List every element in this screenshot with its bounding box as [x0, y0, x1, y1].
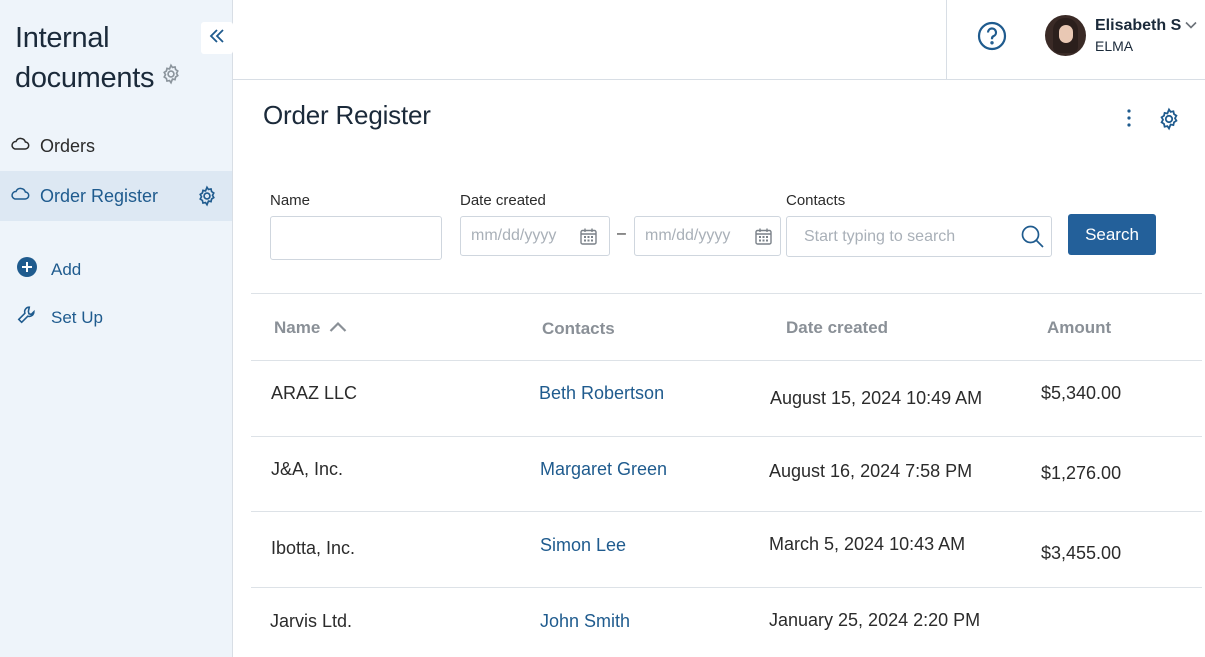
page-settings-icon[interactable]	[1157, 107, 1181, 136]
cloud-icon	[10, 136, 30, 157]
column-header-contacts[interactable]: Contacts	[542, 319, 615, 339]
sidebar-item-order-register[interactable]: Order Register	[0, 171, 232, 221]
search-icon[interactable]	[1020, 224, 1045, 254]
avatar[interactable]	[1045, 15, 1086, 56]
sidebar-item-orders[interactable]: Orders	[0, 121, 232, 171]
column-header-amount[interactable]: Amount	[1047, 318, 1111, 338]
user-name[interactable]: Elisabeth S	[1095, 17, 1181, 35]
chevron-down-icon[interactable]	[1184, 18, 1198, 37]
calendar-icon[interactable]	[754, 227, 773, 251]
sidebar: Internal documents Orders Order Register…	[0, 0, 233, 657]
section-title: Internal documents	[15, 18, 200, 99]
more-options-icon[interactable]	[1120, 108, 1138, 133]
cell-date: August 15, 2024 10:49 AM	[770, 388, 983, 408]
plus-circle-icon	[16, 256, 38, 283]
cell-amount: $3,455.00	[1041, 543, 1122, 563]
contacts-search-input[interactable]	[786, 216, 1052, 257]
sidebar-item-label: Orders	[40, 135, 96, 156]
cloud-icon	[10, 186, 30, 207]
add-button[interactable]: Add	[16, 256, 81, 283]
sort-ascending-icon[interactable]	[329, 320, 347, 339]
name-filter-input[interactable]	[270, 216, 442, 260]
set-up-button[interactable]: Set Up	[16, 304, 103, 331]
avatar-face	[1059, 25, 1073, 43]
contacts-filter-label: Contacts	[786, 192, 846, 209]
set-up-label: Set Up	[51, 307, 103, 327]
cell-date: January 25, 2024 2:20 PM	[769, 610, 981, 630]
item-settings-icon[interactable]	[196, 185, 218, 212]
double-chevron-left-icon	[208, 27, 226, 50]
page-title: Order Register	[263, 100, 431, 130]
cell-contact-link[interactable]: John Smith	[540, 611, 630, 632]
help-icon[interactable]	[977, 21, 1007, 56]
cell-name: J&A, Inc.	[271, 459, 344, 479]
date-filter-label: Date created	[460, 192, 546, 209]
table-header-border	[251, 360, 1202, 361]
top-bar: Elisabeth S ELMA	[233, 0, 1205, 80]
cell-contact-link[interactable]: Simon Lee	[540, 535, 626, 556]
table-top-border	[251, 293, 1202, 294]
row-divider	[251, 511, 1202, 512]
sidebar-item-label: Order Register	[40, 185, 159, 206]
column-header-date-created[interactable]: Date created	[786, 318, 888, 338]
user-organization: ELMA	[1095, 38, 1134, 54]
collapse-sidebar-button[interactable]	[201, 22, 233, 54]
row-divider	[251, 587, 1202, 588]
row-divider	[251, 436, 1202, 437]
search-button[interactable]: Search	[1068, 214, 1156, 255]
cell-contact-link[interactable]: Margaret Green	[540, 459, 667, 480]
date-range-separator: –	[617, 225, 626, 242]
cell-contact-link[interactable]: Beth Robertson	[539, 383, 664, 404]
cell-date: August 16, 2024 7:58 PM	[769, 461, 973, 481]
wrench-icon	[16, 304, 38, 331]
section-title-text: Internal documents	[15, 22, 155, 94]
column-header-name[interactable]: Name	[274, 318, 320, 338]
add-label: Add	[51, 259, 82, 279]
cell-amount: $1,276.00	[1041, 463, 1122, 483]
calendar-icon[interactable]	[579, 227, 598, 251]
cell-date: March 5, 2024 10:43 AM	[769, 534, 966, 554]
name-filter-label: Name	[270, 192, 311, 209]
cell-name: Ibotta, Inc.	[271, 538, 356, 558]
cell-name: Jarvis Ltd.	[270, 611, 353, 631]
header-divider	[946, 0, 947, 80]
cell-amount: $5,340.00	[1041, 383, 1122, 403]
section-settings-icon[interactable]	[160, 56, 182, 96]
cell-name: ARAZ LLC	[271, 383, 358, 403]
